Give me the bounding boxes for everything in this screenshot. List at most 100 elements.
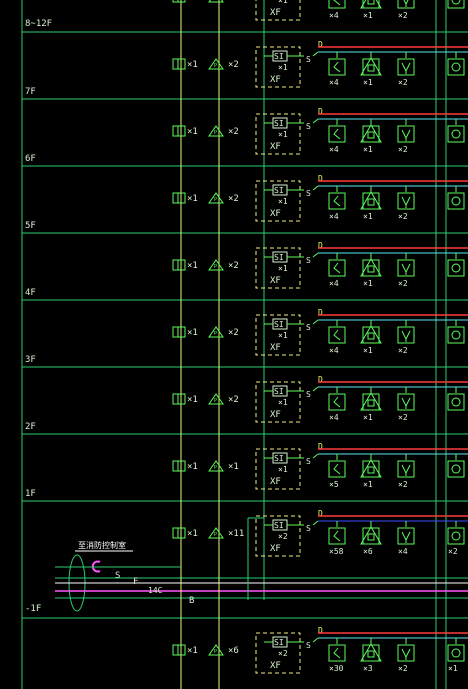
floor-label: 5F [25,221,36,231]
hydrant-button-icon-glyph [451,648,461,658]
manual-count: ×2 [228,194,239,204]
smoke-count: ×1 [187,60,198,70]
smoke-count: ×1 [187,462,198,472]
module-count: ×1 [278,0,288,5]
speaker-icon-glyph [401,397,411,408]
manual-count: ×2 [228,395,239,405]
device-count: ×4 [329,11,339,20]
fire-alarm-riser-diagram: 8~12F7F6F5F4F3F2F1F-1F×1P×2SI×1XFSD×4×1×… [21,0,468,689]
s-label: S [306,524,311,533]
smoke-detector-icon [172,460,186,472]
floor-row: ×1P×2SI×1XFSD×4×1×2 [172,0,465,21]
smoke-detector-icon [328,0,346,9]
module-count: ×1 [278,197,288,206]
bus-tap [312,118,319,124]
smoke-count: ×1 [187,261,198,271]
hydrant-button-icon-glyph [451,62,461,72]
device-count: ×1 [363,145,373,154]
floor-label: 1F [25,489,36,499]
si-label: SI [274,320,284,329]
hydrant-button-icon [447,326,465,344]
device-count: ×4 [329,413,339,422]
xf-label: XF [270,142,281,152]
floor-label: 2F [25,422,36,432]
smoke-detector-icon-glyph [333,262,341,274]
smoke-detector-icon [328,58,346,76]
alarm-bell-icon-core [367,131,375,139]
speaker-icon-glyph [401,62,411,73]
manual-alarm-icon-mark: P [214,398,217,404]
trunk-b-label: B [189,596,194,606]
device-count: ×1 [363,346,373,355]
hydrant-button-icon-glyph [451,0,461,5]
alarm-bell-icon-core [367,533,375,541]
trunk-s-label: S [115,571,120,581]
device-count: ×58 [329,547,344,556]
smoke-detector-icon [172,326,186,338]
smoke-count: ×1 [187,0,198,3]
device-count: ×1 [363,11,373,20]
smoke-detector-icon [172,393,186,405]
device-count: ×30 [329,664,344,673]
device-count: ×4 [329,346,339,355]
si-label: SI [274,186,284,195]
smoke-detector-icon-glyph [333,195,341,207]
device-count: ×2 [398,212,408,221]
device-count: ×4 [329,145,339,154]
device-count: ×2 [398,413,408,422]
s-label: S [306,457,311,466]
smoke-detector-icon [328,326,346,344]
hydrant-button-icon [447,125,465,143]
smoke-count: ×1 [187,646,198,656]
floor-label: 7F [25,87,36,97]
hydrant-button-icon [447,527,465,545]
smoke-detector-icon [328,644,346,662]
xf-label: XF [270,544,281,554]
xf-label: XF [270,410,281,420]
hydrant-button-icon [447,644,465,662]
alarm-bell-icon-glyph [360,526,382,545]
si-label: SI [274,454,284,463]
floor-row: ×1 P ×6SI×2XFSD×30 ×3 ×2 ×1 [172,626,468,674]
manual-count: ×2 [228,0,239,3]
module-count: ×2 [278,649,288,658]
floor-label: 8~12F [25,19,52,29]
speaker-icon-glyph [401,330,411,341]
module-count: ×2 [278,532,288,541]
smoke-detector-icon-glyph [333,0,341,6]
manual-alarm-icon-mark: P [214,264,217,270]
smoke-detector-icon [328,192,346,210]
hydrant-button-icon-glyph [451,531,461,541]
s-label: S [306,122,311,131]
bus-tap [312,185,319,191]
hydrant-button-icon-glyph [451,129,461,139]
smoke-count: ×1 [187,395,198,405]
smoke-detector-icon-glyph [333,530,341,542]
alarm-bell-icon-glyph [360,124,382,143]
floor-row: ×1P×2SI×1XFSD×4×1×2 [172,40,468,88]
hydrant-button-icon-glyph [451,196,461,206]
smoke-detector-icon [172,125,186,137]
module-count: ×1 [278,331,288,340]
xf-label: XF [270,75,281,85]
manual-alarm-icon-mark: P [214,0,217,2]
xf-label: XF [270,343,281,353]
floor-row: ×1P×2SI×1XFSD×4×1×2 [172,241,468,289]
s-label: S [306,256,311,265]
manual-count: ×2 [228,328,239,338]
alarm-bell-icon-glyph [360,325,382,344]
device-count: ×3 [363,664,373,673]
smoke-detector-icon [172,259,186,271]
device-count: ×1 [363,413,373,422]
bus-tap [312,319,319,325]
control-room-trunk: 至消防控制室 S F 14C B [55,517,468,612]
device-count: ×4 [329,212,339,221]
module-count: ×1 [278,63,288,72]
hydrant-button-icon [447,259,465,277]
si-label: SI [274,253,284,262]
manual-count: ×11 [228,529,244,539]
bus-tap [312,386,319,392]
alarm-bell-icon-core [367,198,375,206]
device-count: ×2 [398,145,408,154]
device-count: ×2 [448,547,458,556]
